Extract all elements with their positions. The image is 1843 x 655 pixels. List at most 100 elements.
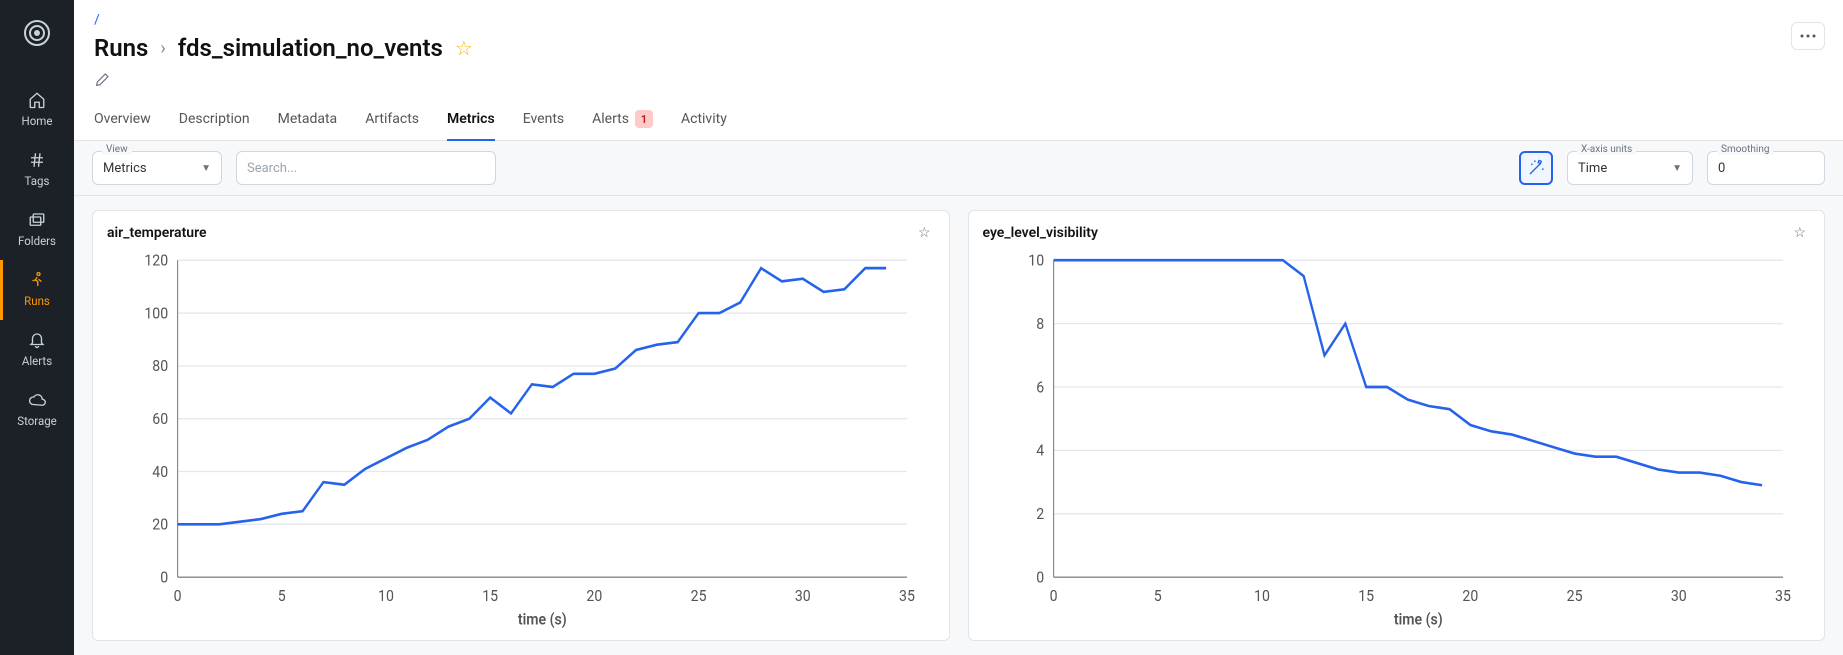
svg-text:15: 15 — [482, 586, 498, 605]
runs-icon — [28, 270, 46, 290]
tab-description[interactable]: Description — [179, 110, 250, 140]
run-name: fds_simulation_no_vents — [178, 34, 443, 62]
chart-favorite-button[interactable]: ☆ — [918, 225, 931, 241]
smoothing-label: Smoothing — [1717, 144, 1773, 155]
sidebar-item-home[interactable]: Home — [0, 80, 74, 140]
home-icon — [28, 90, 46, 110]
sidebar-label-storage: Storage — [17, 414, 57, 428]
breadcrumb-root[interactable]: / — [94, 12, 1823, 28]
svg-text:25: 25 — [691, 586, 707, 605]
tab-label: Metadata — [278, 111, 338, 127]
tabs: Overview Description Metadata Artifacts … — [74, 92, 1843, 141]
hash-icon — [28, 150, 46, 170]
chart-card-air-temperature: air_temperature ☆ 0 20 40 60 80 100 120 0 5 10 15 2… — [92, 210, 950, 641]
magic-wand-button[interactable] — [1519, 151, 1553, 185]
chart-plot-area[interactable]: 0 20 40 60 80 100 120 0 5 10 15 20 25 30 35 time (s) — [107, 247, 931, 630]
chevron-down-icon: ▼ — [1672, 163, 1682, 174]
sidebar: Home Tags Folders Runs Alerts Storage — [0, 0, 74, 655]
svg-text:80: 80 — [152, 356, 168, 375]
tab-metrics[interactable]: Metrics — [447, 110, 495, 141]
svg-text:120: 120 — [144, 251, 168, 270]
sidebar-item-storage[interactable]: Storage — [0, 380, 74, 440]
view-select-value: Metrics — [103, 161, 147, 176]
tab-label: Description — [179, 111, 250, 127]
svg-text:time (s): time (s) — [1393, 610, 1442, 629]
cloud-icon — [28, 390, 46, 410]
svg-text:2: 2 — [1036, 504, 1044, 523]
sidebar-item-runs[interactable]: Runs — [0, 260, 74, 320]
tab-metadata[interactable]: Metadata — [278, 110, 338, 140]
xaxis-units-label: X-axis units — [1577, 144, 1636, 155]
chevron-right-icon: › — [160, 38, 165, 59]
sidebar-label-tags: Tags — [25, 174, 50, 188]
header: / Runs › fds_simulation_no_vents ☆ — [74, 0, 1843, 62]
svg-text:0: 0 — [1036, 568, 1044, 587]
svg-text:4: 4 — [1036, 441, 1044, 460]
sidebar-item-alerts[interactable]: Alerts — [0, 320, 74, 380]
svg-text:20: 20 — [152, 515, 168, 534]
sidebar-item-folders[interactable]: Folders — [0, 200, 74, 260]
svg-text:time (s): time (s) — [518, 610, 567, 629]
chart-plot-area[interactable]: 0 2 4 6 8 10 0 5 10 15 20 25 30 35 time (s) — [983, 247, 1807, 630]
app-logo[interactable] — [22, 18, 52, 52]
svg-text:10: 10 — [378, 586, 394, 605]
smoothing-input[interactable] — [1707, 151, 1825, 185]
sidebar-label-folders: Folders — [18, 234, 56, 248]
view-select[interactable]: Metrics ▼ — [92, 151, 222, 185]
more-menu-button[interactable] — [1791, 22, 1825, 50]
tab-label: Metrics — [447, 111, 495, 127]
tab-label: Alerts — [592, 111, 629, 127]
tab-label: Overview — [94, 111, 151, 127]
svg-text:0: 0 — [174, 586, 182, 605]
bell-icon — [28, 330, 46, 350]
svg-text:30: 30 — [795, 586, 811, 605]
svg-text:10: 10 — [1254, 586, 1270, 605]
svg-text:15: 15 — [1358, 586, 1374, 605]
sidebar-item-tags[interactable]: Tags — [0, 140, 74, 200]
edit-button[interactable] — [94, 76, 110, 92]
svg-text:35: 35 — [899, 586, 915, 605]
view-select-label: View — [102, 144, 132, 155]
xaxis-units-value: Time — [1578, 161, 1607, 176]
tab-label: Activity — [681, 111, 727, 127]
svg-text:0: 0 — [160, 568, 168, 587]
metrics-toolbar: View Metrics ▼ X-axis units Time ▼ Smoot… — [74, 141, 1843, 196]
svg-text:0: 0 — [1049, 586, 1057, 605]
tab-label: Artifacts — [365, 111, 419, 127]
tab-alerts[interactable]: Alerts 1 — [592, 110, 653, 140]
chevron-down-icon: ▼ — [201, 163, 211, 174]
main: / Runs › fds_simulation_no_vents ☆ Overv… — [74, 0, 1843, 655]
tab-activity[interactable]: Activity — [681, 110, 727, 140]
svg-text:35: 35 — [1775, 586, 1791, 605]
tab-label: Events — [523, 111, 564, 127]
svg-text:20: 20 — [1462, 586, 1478, 605]
svg-text:5: 5 — [278, 586, 286, 605]
breadcrumb-section[interactable]: Runs — [94, 34, 148, 62]
sidebar-label-alerts: Alerts — [22, 354, 52, 368]
alerts-badge: 1 — [635, 110, 653, 128]
tab-events[interactable]: Events — [523, 110, 564, 140]
svg-text:60: 60 — [152, 409, 168, 428]
chart-card-eye-level-visibility: eye_level_visibility ☆ 0 2 4 6 8 10 0 5 10 15 20 25… — [968, 210, 1826, 641]
svg-text:5: 5 — [1153, 586, 1161, 605]
search-input[interactable] — [236, 151, 496, 185]
chart-favorite-button[interactable]: ☆ — [1793, 225, 1806, 241]
sidebar-label-runs: Runs — [24, 294, 50, 308]
tab-artifacts[interactable]: Artifacts — [365, 110, 419, 140]
sidebar-label-home: Home — [22, 114, 53, 128]
svg-text:100: 100 — [144, 304, 168, 323]
charts-grid: air_temperature ☆ 0204060801001200510152… — [74, 196, 1843, 655]
svg-text:10: 10 — [1028, 251, 1044, 270]
tab-overview[interactable]: Overview — [94, 110, 151, 140]
svg-text:40: 40 — [152, 462, 168, 481]
svg-text:30: 30 — [1670, 586, 1686, 605]
svg-text:20: 20 — [586, 586, 602, 605]
svg-text:8: 8 — [1036, 314, 1044, 333]
chart-title: air_temperature — [107, 225, 207, 241]
favorite-star-button[interactable]: ☆ — [455, 36, 473, 60]
chart-title: eye_level_visibility — [983, 225, 1098, 241]
folders-icon — [28, 210, 46, 230]
svg-text:25: 25 — [1566, 586, 1582, 605]
xaxis-units-select[interactable]: Time ▼ — [1567, 151, 1693, 185]
svg-text:6: 6 — [1036, 377, 1044, 396]
